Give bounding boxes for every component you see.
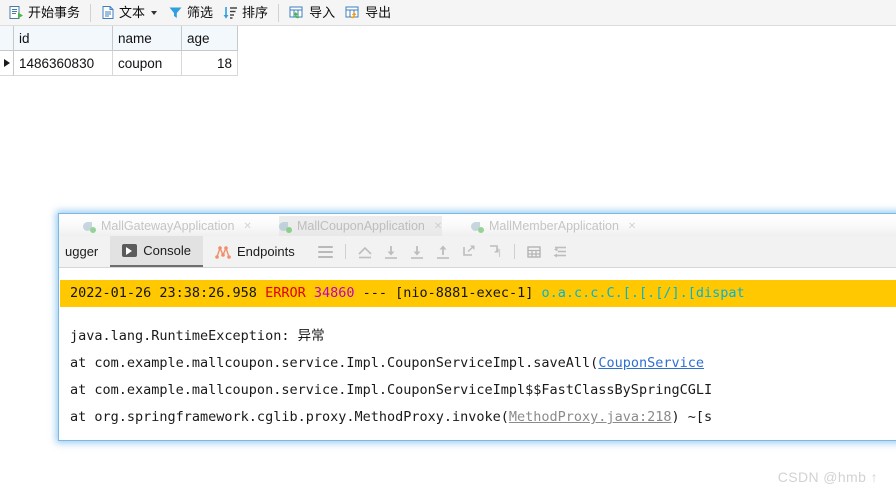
chevron-down-icon[interactable] xyxy=(151,10,158,15)
spring-boot-icon xyxy=(279,220,292,233)
close-icon[interactable]: ✕ xyxy=(434,221,442,232)
screenshot-root: 开始事务 文本 筛选 排序 导入 导出 id name age 14863608… xyxy=(0,0,896,501)
evaluate-expression-icon[interactable] xyxy=(482,236,508,267)
toolbar-separator-1 xyxy=(90,3,92,22)
column-header-name[interactable]: name xyxy=(113,26,182,51)
import-button[interactable]: 导入 xyxy=(284,1,340,25)
table-row[interactable]: 1486360830 coupon 18 xyxy=(0,51,896,76)
csdn-watermark: CSDN @hmb ↑ xyxy=(777,469,878,485)
force-step-into-icon[interactable] xyxy=(430,236,456,267)
stack-file-link[interactable]: CouponService xyxy=(598,355,704,371)
run-tab-gateway[interactable]: MallGatewayApplication ✕ xyxy=(83,216,252,236)
ide-run-tab-strip: MallGatewayApplication ✕ MallCouponAppli… xyxy=(59,214,896,236)
run-tab-label: MallGatewayApplication xyxy=(101,219,235,233)
console-error-line: 2022-01-26 23:38:26.958 ERROR 34860 --- … xyxy=(60,280,896,307)
endpoints-icon xyxy=(215,245,231,259)
grid-header-row: id name age xyxy=(0,26,896,51)
begin-transaction-icon xyxy=(9,5,24,20)
menu-hamburger-icon[interactable] xyxy=(313,236,339,267)
filter-label: 筛选 xyxy=(187,5,214,20)
ide-console-tabbar: ugger Console Endpoints xyxy=(59,236,896,268)
spring-boot-icon xyxy=(471,220,484,233)
log-timestamp: 2022-01-26 23:38:26.958 xyxy=(70,285,257,301)
toolbar-divider-2 xyxy=(513,244,515,259)
filter-icon xyxy=(168,5,183,20)
tab-console[interactable]: Console xyxy=(110,236,203,267)
ide-run-panel: MallGatewayApplication ✕ MallCouponAppli… xyxy=(59,214,896,440)
begin-transaction-label: 开始事务 xyxy=(28,5,81,20)
stack-suffix: ) ~[s xyxy=(671,409,713,425)
row-selector[interactable] xyxy=(0,51,14,76)
cell-id[interactable]: 1486360830 xyxy=(14,51,113,76)
import-label: 导入 xyxy=(309,5,336,20)
import-icon xyxy=(289,5,305,20)
stack-text: at com.example.mallcoupon.service.Impl.C… xyxy=(70,355,599,371)
step-out-icon[interactable] xyxy=(352,236,378,267)
stack-text: at com.example.mallcoupon.service.Impl.C… xyxy=(70,382,713,398)
tab-debugger[interactable]: ugger xyxy=(59,236,110,267)
console-stack-line-1: at com.example.mallcoupon.service.Impl.C… xyxy=(70,350,896,377)
cell-name[interactable]: coupon xyxy=(113,51,182,76)
begin-transaction-button[interactable]: 开始事务 xyxy=(4,1,85,25)
console-stack-line-2: at com.example.mallcoupon.service.Impl.C… xyxy=(70,377,896,404)
console-exception-line: java.lang.RuntimeException: 异常 xyxy=(70,328,325,344)
log-thread: [nio-8881-exec-1] xyxy=(395,285,534,301)
console-clipped-line xyxy=(70,268,896,280)
console-stack-line-3: at org.springframework.cglib.proxy.Metho… xyxy=(70,404,896,431)
export-icon xyxy=(345,5,361,20)
filter-button[interactable]: 筛选 xyxy=(163,1,218,25)
run-tab-member[interactable]: MallMemberApplication ✕ xyxy=(471,216,636,236)
stack-text: at org.springframework.cglib.proxy.Metho… xyxy=(70,409,509,425)
log-pid: 34860 xyxy=(313,285,355,301)
navicat-data-grid: id name age 1486360830 coupon 18 xyxy=(0,26,896,76)
step-into-icon[interactable] xyxy=(404,236,430,267)
text-icon xyxy=(101,5,115,20)
export-button[interactable]: 导出 xyxy=(340,1,396,25)
tab-console-label: Console xyxy=(143,243,191,258)
run-tab-coupon[interactable]: MallCouponApplication ✕ xyxy=(279,216,443,236)
text-label: 文本 xyxy=(119,5,146,20)
close-icon[interactable]: ✕ xyxy=(243,221,251,232)
sort-button[interactable]: 排序 xyxy=(218,1,273,25)
step-over-icon[interactable] xyxy=(378,236,404,267)
log-logger: o.a.c.c.C.[.[.[/].[dispat xyxy=(541,285,745,301)
navicat-toolbar: 开始事务 文本 筛选 排序 导入 导出 xyxy=(0,0,896,26)
print-table-icon[interactable] xyxy=(521,236,547,267)
spring-boot-icon xyxy=(83,220,96,233)
column-header-id[interactable]: id xyxy=(14,26,113,51)
soft-wrap-icon[interactable] xyxy=(547,236,573,267)
close-icon[interactable]: ✕ xyxy=(628,221,636,232)
cell-age[interactable]: 18 xyxy=(182,51,238,76)
toolbar-separator-2 xyxy=(278,3,280,22)
run-to-cursor-icon[interactable] xyxy=(456,236,482,267)
log-separator: --- xyxy=(362,285,388,301)
toolbar-divider-1 xyxy=(344,244,346,259)
export-label: 导出 xyxy=(365,5,392,20)
run-tab-label: MallCouponApplication xyxy=(297,219,425,233)
column-header-age[interactable]: age xyxy=(182,26,238,51)
console-output[interactable]: 2022-01-26 23:38:26.958 ERROR 34860 --- … xyxy=(60,268,896,439)
tab-endpoints[interactable]: Endpoints xyxy=(203,236,307,267)
current-row-arrow-icon xyxy=(3,59,10,67)
tab-debugger-label: ugger xyxy=(65,244,99,259)
grid-header-gutter xyxy=(0,26,14,51)
sort-label: 排序 xyxy=(242,5,269,20)
log-level: ERROR xyxy=(265,285,306,301)
stack-file-link[interactable]: MethodProxy.java:218 xyxy=(509,409,672,425)
tab-endpoints-label: Endpoints xyxy=(236,244,295,259)
run-tab-label: MallMemberApplication xyxy=(489,219,619,233)
sort-icon xyxy=(223,5,238,20)
console-icon xyxy=(122,244,138,257)
text-button[interactable]: 文本 xyxy=(96,1,163,25)
